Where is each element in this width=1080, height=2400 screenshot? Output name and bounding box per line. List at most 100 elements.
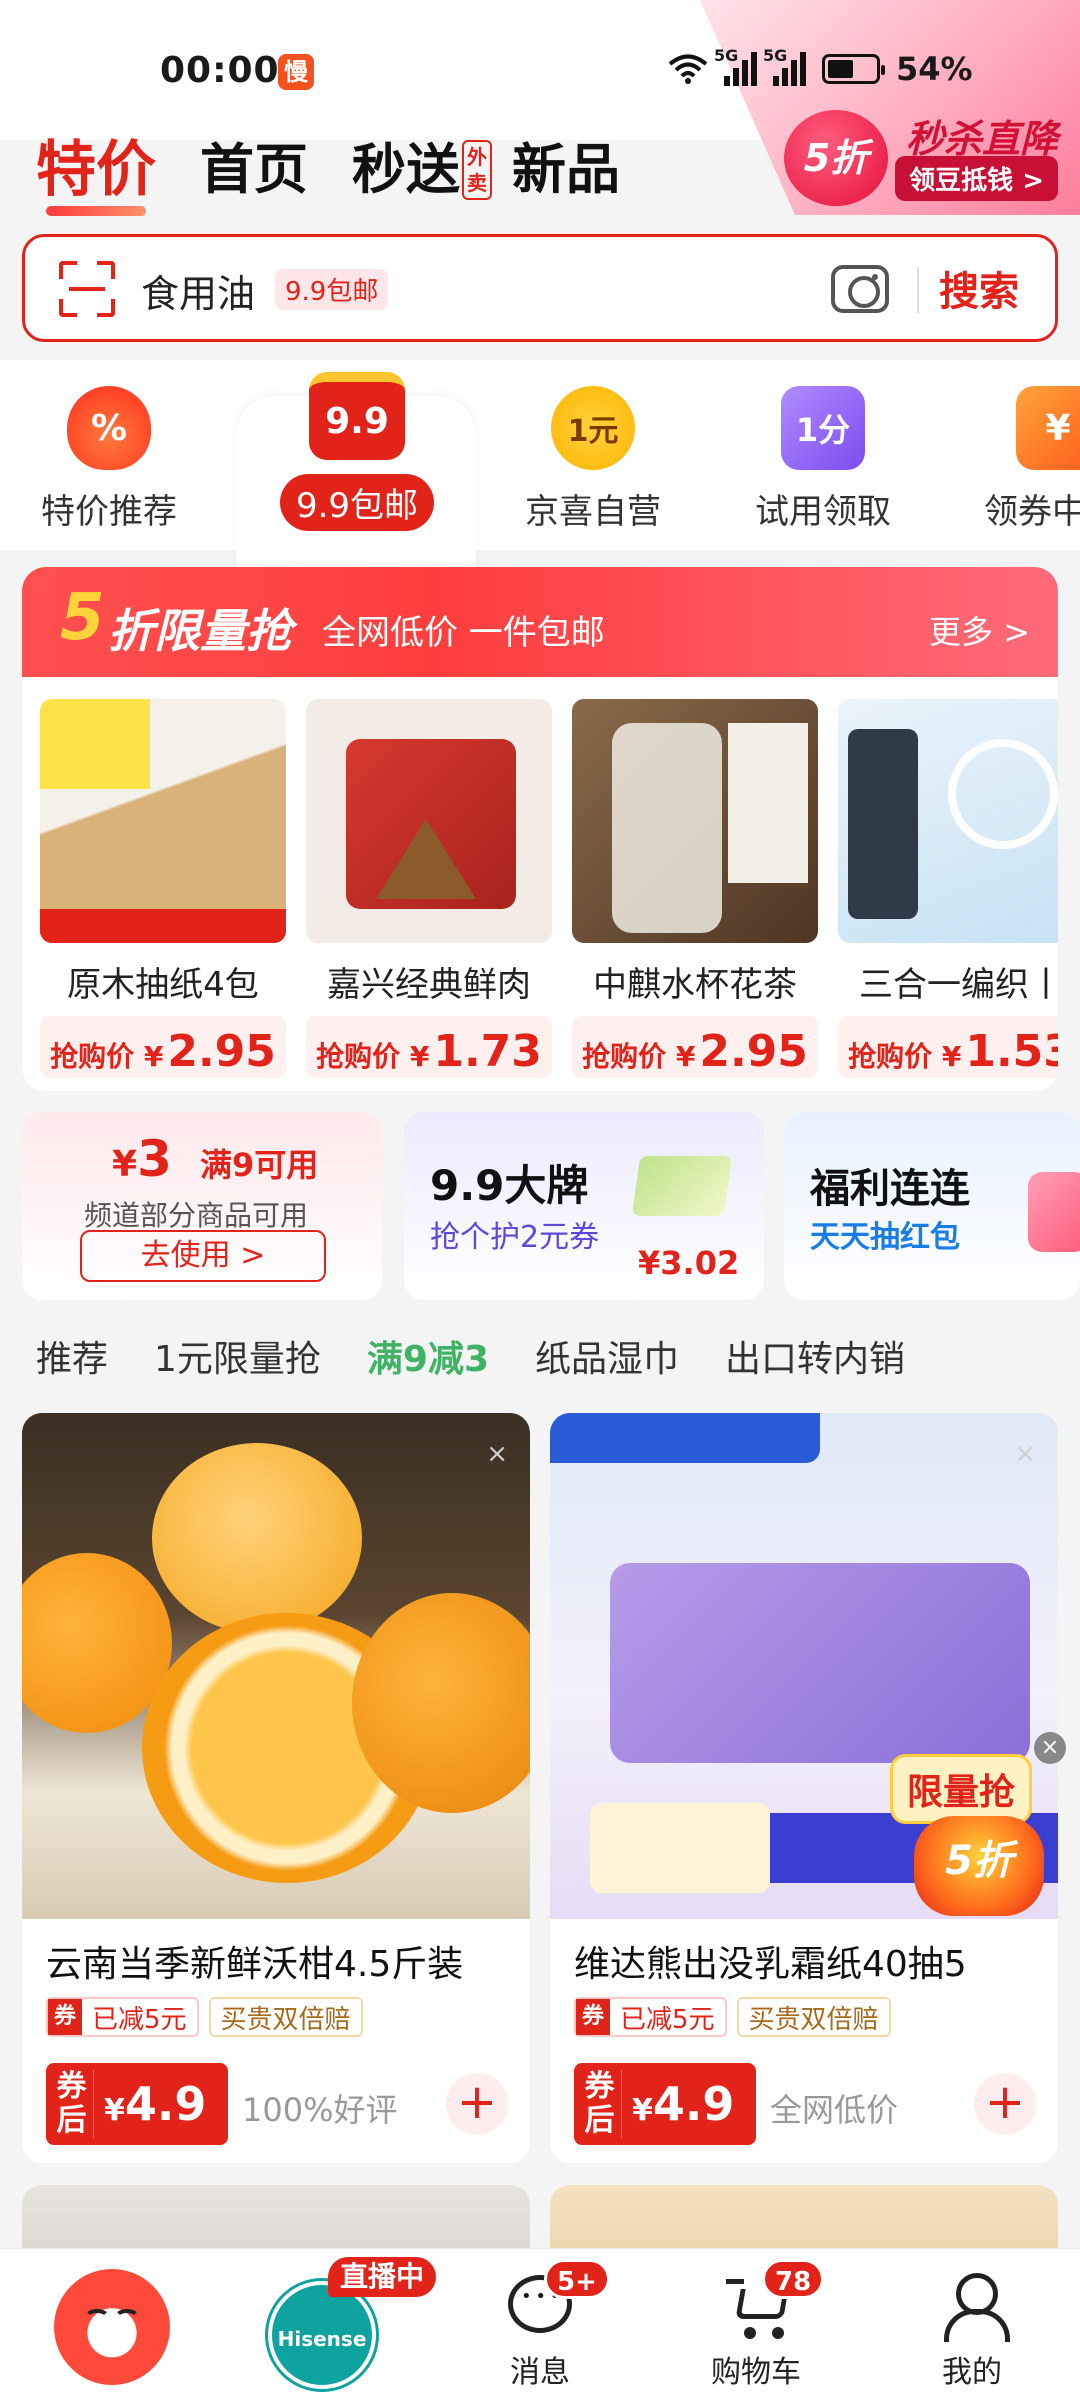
category-tab-full-reduction[interactable]: 满9减3 — [367, 1330, 489, 1382]
flash-item-name: 原木抽纸4包 — [67, 965, 259, 1005]
channel-label: 京喜自营 — [525, 492, 661, 532]
price-sticker — [590, 1803, 770, 1893]
category-tab-recommend[interactable]: 推荐 — [36, 1330, 108, 1382]
flash-item[interactable]: 原木抽纸4包 抢购价 ¥2.95 — [40, 699, 286, 1078]
channel-label: 领券中 — [984, 492, 1080, 532]
price-value: ¥4.9 — [104, 2077, 206, 2131]
brand-card-subtitle: 抢个护2元券 — [430, 1220, 600, 1255]
trial-bag-icon: 1分 — [781, 386, 865, 470]
nav-home-mascot[interactable] — [0, 2249, 216, 2400]
search-bar[interactable]: 食用油 9.9包邮 搜索 — [22, 234, 1058, 342]
scan-icon[interactable] — [59, 261, 115, 317]
channel-jingxi-self[interactable]: 1元 京喜自营 — [498, 360, 688, 533]
tab-new-products[interactable]: 新品 — [512, 130, 620, 210]
nav-cart[interactable]: 78 购物车 — [648, 2249, 864, 2400]
flash-sale-more-link[interactable]: 更多 > — [929, 607, 1030, 653]
brand-card-title: 9.9大牌 — [430, 1161, 589, 1210]
channel-9-9-free-shipping[interactable]: 9.9 9.9包邮 — [262, 360, 452, 531]
flash-item[interactable]: 嘉兴经典鲜肉 抢购价 ¥1.73 — [306, 699, 552, 1078]
tab-instant-delivery[interactable]: 秒送 外卖 — [352, 130, 492, 210]
channel-trial[interactable]: 1分 试用领取 — [728, 360, 918, 533]
nav-live[interactable]: Hisense 直播中 — [216, 2249, 437, 2400]
dismiss-icon[interactable]: × — [486, 1439, 508, 1469]
product-image[interactable] — [40, 699, 286, 943]
add-to-cart-button[interactable]: + — [974, 2073, 1036, 2135]
status-time: 00:00 — [160, 50, 280, 91]
signal-icon: 5G — [714, 46, 757, 86]
coupon-amount: ¥3 — [112, 1130, 172, 1188]
bottom-nav: Hisense 直播中 5+ 消息 78 购物车 我的 — [0, 2248, 1080, 2400]
add-to-cart-button[interactable]: + — [446, 2073, 508, 2135]
store-banner — [550, 1413, 820, 1463]
search-keyword-tag: 9.9包邮 — [275, 269, 389, 310]
live-avatar-icon: Hisense — [268, 2281, 376, 2389]
price-amount: 4.9 — [652, 2077, 735, 2131]
floating-flash-sale-badge[interactable]: 限量抢 5折 × — [884, 1732, 1066, 1926]
welfare-card[interactable]: 福利连连 天天抽红包 — [784, 1112, 1080, 1300]
category-tabs: 推荐 1元限量抢 满9减3 纸品湿巾 出口转内销 — [36, 1330, 905, 1382]
channel-label: 9.9包邮 — [279, 474, 435, 531]
price-currency: ¥ — [104, 2093, 125, 2128]
one-yuan-icon: 1元 — [551, 386, 635, 470]
flash-sale-five: 5 — [60, 581, 105, 655]
category-tab-one-yuan[interactable]: 1元限量抢 — [154, 1330, 321, 1382]
tab-instant-delivery-label: 秒送 — [352, 138, 460, 201]
mascot-icon — [54, 2269, 170, 2385]
flash-sale-items: 原木抽纸4包 抢购价 ¥2.95 嘉兴经典鲜肉 抢购价 ¥1.73 中麒水杯花茶… — [40, 699, 1058, 1078]
coupon-tag-text: 已减5元 — [620, 2004, 715, 2035]
product-image[interactable] — [572, 699, 818, 943]
promo-title[interactable]: 秒杀直降 — [906, 108, 1058, 163]
fire-percent-icon: % — [67, 386, 151, 470]
floating-badge-title: 限量抢 — [890, 1754, 1033, 1824]
coupon-3-yuan[interactable]: ¥3 满9可用 频道部分商品可用 去使用 > — [22, 1112, 382, 1300]
product-note: 全网低价 — [770, 2091, 899, 2129]
tab-specials[interactable]: 特价 — [36, 130, 156, 216]
signal-icon: 5G — [763, 46, 806, 86]
charger-box-shape — [848, 729, 918, 919]
promo-subtitle[interactable]: 领豆抵钱 > — [895, 156, 1058, 201]
brand-99-card[interactable]: 9.9大牌 抢个护2元券 ¥3.02 — [404, 1112, 764, 1300]
flash-sale-header: 5 折限量抢 全网低价 一件包邮 更多 > — [22, 567, 1058, 677]
product-card[interactable]: × 云南当季新鲜沃柑4.5斤装 券已减5元 买贵双倍赔 券后 ¥4.9 100%… — [22, 1413, 530, 2163]
product-image[interactable] — [838, 699, 1058, 943]
welfare-card-subtitle: 天天抽红包 — [810, 1220, 960, 1255]
flash-item[interactable]: 中麒水杯花茶 抢购价 ¥2.95 — [572, 699, 818, 1078]
coupon-condition: 满9可用 — [200, 1146, 319, 1184]
search-keyword[interactable]: 食用油 — [141, 263, 255, 318]
product-price: 券后 ¥4.9 — [46, 2063, 228, 2145]
search-button[interactable]: 搜索 — [939, 259, 1019, 317]
flash-item-price: 抢购价 ¥1.73 — [306, 1016, 552, 1078]
flash-item-name: 嘉兴经典鲜肉 — [327, 965, 531, 1005]
flash-item[interactable]: 三合一编织丨 抢购价 ¥1.53 — [838, 699, 1058, 1078]
nav-messages[interactable]: 5+ 消息 — [432, 2249, 648, 2400]
camera-icon[interactable] — [831, 265, 889, 313]
guarantee-tag: 买贵双倍赔 — [208, 1997, 363, 2037]
price-prefix: 券后 — [578, 2070, 622, 2138]
flash-item-name: 中麒水杯花茶 — [593, 965, 797, 1005]
product-image[interactable] — [306, 699, 552, 943]
tab-home[interactable]: 首页 — [200, 130, 308, 210]
signal-type-2: 5G — [763, 46, 788, 65]
product-tags: 券已减5元 买贵双倍赔 — [574, 1997, 891, 2037]
coupon-currency: ¥ — [112, 1144, 138, 1185]
category-tab-paper-wipes[interactable]: 纸品湿巾 — [535, 1330, 679, 1382]
brand-card-price: ¥3.02 — [638, 1244, 740, 1282]
nav-label: 购物车 — [711, 2355, 801, 2390]
use-coupon-button[interactable]: 去使用 > — [80, 1230, 326, 1282]
flash-sale-subtitle: 全网低价 一件包邮 — [322, 613, 605, 653]
guarantee-tag: 买贵双倍赔 — [736, 1997, 891, 2037]
close-icon[interactable]: × — [1034, 1732, 1066, 1764]
price-amount: 4.9 — [124, 2077, 207, 2131]
gift-box-icon: 9.9 — [309, 372, 405, 460]
product-note: 100%好评 — [242, 2091, 398, 2129]
promo-discount-badge[interactable]: 5折 — [784, 110, 888, 206]
dismiss-icon[interactable]: × — [1014, 1439, 1036, 1469]
tissue-package-shape — [610, 1563, 1030, 1763]
category-tab-export-domestic[interactable]: 出口转内销 — [725, 1330, 905, 1382]
nav-profile[interactable]: 我的 — [864, 2249, 1080, 2400]
channel-specials[interactable]: % 特价推荐 — [14, 360, 204, 533]
cart-badge: 78 — [762, 2259, 825, 2299]
product-image[interactable]: × — [22, 1413, 530, 1919]
coupon-tag: 券已减5元 — [46, 1997, 199, 2037]
channel-coupons[interactable]: ¥ 领券中 — [950, 360, 1080, 533]
